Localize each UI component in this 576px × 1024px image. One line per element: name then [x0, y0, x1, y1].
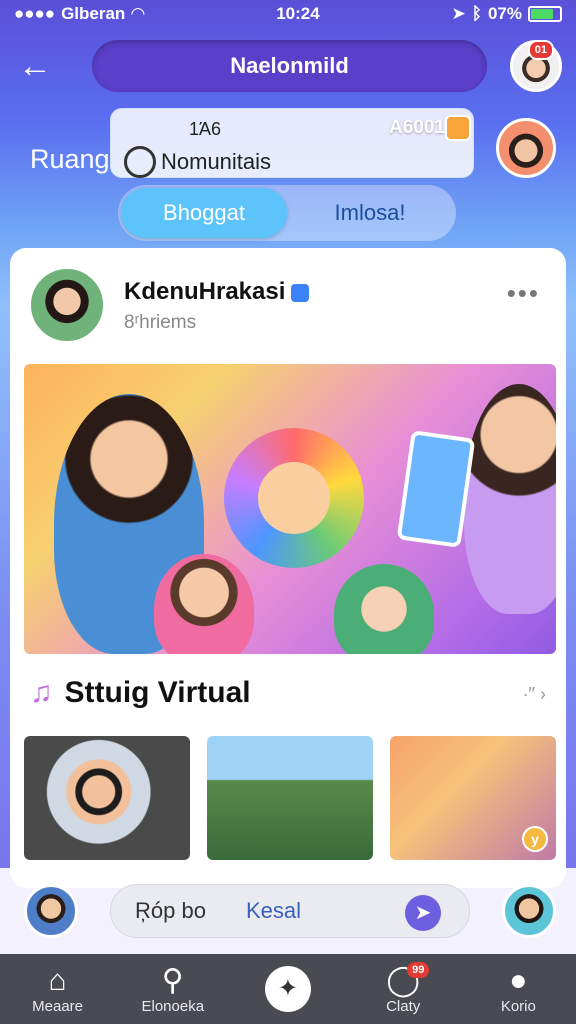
status-right: ➤ ᛒ 07%	[452, 4, 562, 24]
status-left: ●●●● Glberan ◠	[14, 4, 144, 24]
post-author-name: KdenuHrakasi	[124, 278, 286, 305]
thumbnail-2[interactable]	[207, 736, 373, 860]
more-options-button[interactable]: •••	[507, 278, 540, 309]
thumbnail-row: y	[24, 736, 556, 860]
post-card: KdenuHrakasi 8ʳhriems ••• ♫ Sttuig Virtu…	[10, 248, 566, 888]
music-note-icon: ♫	[30, 676, 53, 709]
nav-profile-label: Korio	[500, 997, 536, 1015]
thumbnail-1[interactable]	[24, 736, 190, 860]
thumbnail-badge: y	[522, 826, 548, 852]
hero-woman-right	[464, 384, 556, 614]
send-button[interactable]: ➤	[405, 895, 441, 931]
post-author[interactable]: KdenuHrakasi	[124, 278, 310, 306]
page-title-text: Naelonmild	[230, 53, 349, 78]
status-time: 10:24	[276, 4, 320, 23]
home-icon: ⌂	[48, 963, 67, 997]
section-title-text: Sttuig Virtual	[64, 676, 251, 709]
post-subtitle: 8ʳhriems	[124, 312, 197, 333]
tab-bhoggat[interactable]: Bhoggat	[121, 188, 287, 238]
input-placeholder: Ŗóp bo	[135, 898, 206, 923]
signal-icon: ●●●●	[14, 4, 56, 23]
bottom-nav: ⌂ Meaare ⚲ Elonoeka ✦ ◯ 99 Claty ● Korio	[0, 954, 576, 1024]
header: ← Naelonmild 01	[0, 38, 576, 94]
profile-icon: ●	[509, 963, 528, 997]
community-card[interactable]: 1Ά6 A6001 Nomunitais	[110, 108, 474, 178]
tab-bar: Bhoggat Imlosa!	[118, 185, 456, 241]
back-button[interactable]: ←	[18, 48, 58, 84]
search-icon: ⚲	[161, 963, 184, 997]
section-more-link[interactable]: ∙′′ ›	[523, 684, 546, 705]
avatar-badge: 01	[527, 40, 554, 60]
nav-profile[interactable]: ● Korio	[468, 964, 568, 1015]
tab-imlosa[interactable]: Imlosa!	[287, 188, 453, 238]
nav-center[interactable]: ✦	[238, 966, 338, 1012]
arrow-left-icon: ←	[18, 47, 52, 85]
section-title: ♫ Sttuig Virtual	[30, 676, 251, 710]
community-icon	[124, 146, 156, 178]
carrier-label: Glberan	[61, 4, 126, 23]
nav-home[interactable]: ⌂ Meaare	[8, 964, 108, 1015]
nav-home-label: Meaare	[32, 997, 84, 1015]
message-input[interactable]: Ŗóp bo Kesal ➤	[110, 884, 470, 938]
bluetooth-icon: ᛒ	[471, 4, 482, 23]
coin-icon	[445, 115, 471, 141]
verified-icon	[291, 283, 310, 302]
nav-chat[interactable]: ◯ 99 Claty	[353, 961, 453, 1015]
wifi-icon: ◠	[131, 4, 145, 23]
composer-right-avatar[interactable]	[502, 884, 556, 938]
community-avatar[interactable]	[496, 118, 556, 178]
battery-percent: 07%	[487, 4, 522, 23]
composer-avatar[interactable]	[24, 884, 78, 938]
location-icon: ➤	[451, 4, 466, 23]
thumbnail-3[interactable]: y	[390, 736, 556, 860]
community-name: Nomunitais	[161, 149, 272, 174]
compass-icon: ✦	[264, 966, 311, 1012]
hero-logo-icon	[224, 428, 364, 568]
post-hero-image[interactable]	[24, 364, 556, 654]
nav-chat-label: Claty	[386, 997, 421, 1015]
battery-icon	[528, 6, 562, 22]
community-count: 1Ά6	[189, 119, 222, 139]
input-hint: Kesal	[245, 898, 301, 923]
community-label: Ruang	[30, 144, 110, 174]
hero-mascot	[334, 564, 434, 654]
post-author-avatar[interactable]	[28, 266, 106, 344]
nav-search[interactable]: ⚲ Elonoeka	[123, 964, 223, 1015]
status-bar: ●●●● Glberan ◠ 10:24 ➤ ᛒ 07%	[0, 0, 576, 28]
hero-child	[154, 554, 254, 654]
send-icon: ➤	[414, 902, 432, 924]
chat-badge: 99	[407, 961, 430, 978]
nav-search-label: Elonoeka	[141, 997, 205, 1015]
community-points: A6001	[389, 117, 445, 138]
composer-bar: Ŗóp bo Kesal ➤	[0, 868, 576, 954]
page-title[interactable]: Naelonmild	[92, 40, 487, 92]
